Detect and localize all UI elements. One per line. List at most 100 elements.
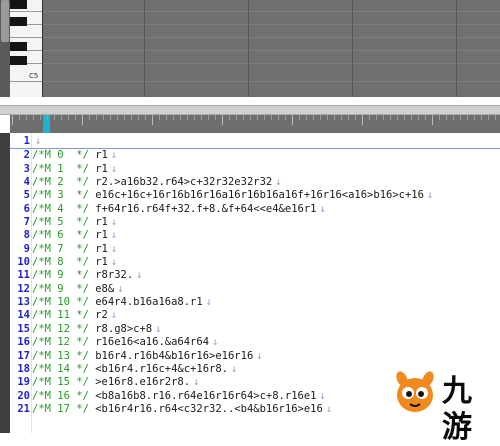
editor-line[interactable]: 5/*M 3 */ e16c+16c+16r16b16r16a16r16b16a… [10,189,500,202]
editor-line[interactable]: 4/*M 2 */ r2.>a16b32.r64>c+32r32e32r32 ↓ [10,176,500,189]
editor-line[interactable]: 2/*M 0 */ r1 ↓ [10,149,500,162]
line-content[interactable]: /*M 1 */ r1 ↓ [32,163,117,176]
line-content[interactable]: /*M 7 */ r1 ↓ [32,243,117,256]
ruler-tick [152,115,153,125]
piano-roll[interactable]: C5 [0,0,500,97]
line-content[interactable]: /*M 9 */ e8& ↓ [32,283,124,296]
line-content[interactable]: /*M 14 */ <b16r4.r16c+4&c+16r8. ↓ [32,363,237,376]
line-content[interactable]: /*M 0 */ r1 ↓ [32,149,117,162]
mml-code: r2 [95,309,108,322]
grid-measure-line [456,0,457,97]
line-number: 10 [17,256,30,269]
ruler-tick [488,115,489,120]
ruler-tick [40,115,41,120]
ruler-tick [159,115,160,120]
line-break-marker: ↓ [275,176,282,189]
editor-line[interactable]: 3/*M 1 */ r1 ↓ [10,163,500,176]
mml-code: e16c+16c+16r16b16r16a16r16b16a16f+16r16<… [95,189,424,202]
ruler-tick [376,115,377,120]
editor-line[interactable]: 14/*M 11 */ r2 ↓ [10,309,500,322]
grid-row-line [43,37,500,38]
ruler-tick [222,115,223,125]
measure-comment: /*M 12 */ [32,336,89,349]
black-key[interactable] [10,17,27,26]
line-break-marker: ↓ [205,296,213,309]
black-key[interactable] [10,56,27,65]
editor-line[interactable]: 12/*M 9 */ e8& ↓ [10,283,500,296]
scrollbar-thumb[interactable] [1,0,9,42]
piano-roll-vertical-scrollbar[interactable] [0,0,10,97]
ruler-tick [229,115,230,120]
grid-measure-line [352,0,353,97]
ruler-tick [446,115,447,120]
line-break-marker: ↓ [110,149,118,162]
line-content[interactable]: /*M 12 */ r8.g8>c+8 ↓ [32,323,161,336]
line-number: 4 [23,176,30,189]
editor-line[interactable]: 7/*M 5 */ r1 ↓ [10,216,500,229]
piano-keyboard[interactable]: C5 [10,0,43,97]
editor-line[interactable]: 9/*M 7 */ r1 ↓ [10,243,500,256]
ruler-tick [418,115,419,120]
ruler-tick [201,115,202,120]
measure-comment: /*M 2 */ [32,176,89,189]
mml-code: r1 [95,216,108,229]
line-content[interactable]: /*M 15 */ >e16r8.e16r2r8. ↓ [32,376,199,389]
measure-comment: /*M 4 */ [32,202,89,215]
line-content[interactable]: /*M 10 */ e64r4.b16a16a8.r1 ↓ [32,296,212,309]
editor-line[interactable]: 10/*M 8 */ r1 ↓ [10,256,500,269]
measure-comment: /*M 9 */ [32,269,89,282]
grid-row-line [43,11,500,12]
pane-splitter[interactable] [0,105,500,115]
line-content[interactable]: /*M 6 */ r1 ↓ [32,229,117,242]
ruler-tick [327,115,328,120]
watermark: 九游 [386,364,500,445]
editor-line[interactable]: 6/*M 4 */ f+64r16.r64f+32.f+8.&f+64<<e4&… [10,203,500,216]
grid-row-line [43,81,500,82]
editor-line[interactable]: 16/*M 12 */ r16e16<a16.&a64r64 ↓ [10,336,500,349]
line-number: 15 [17,322,30,335]
black-key[interactable] [10,0,27,9]
measure-comment: /*M 11 */ [32,309,89,322]
line-content[interactable]: /*M 8 */ r1 ↓ [32,256,117,269]
line-number: 5 [23,189,30,202]
measure-comment: /*M 1 */ [32,162,89,175]
note-grid[interactable] [43,0,500,97]
line-content[interactable]: /*M 16 */ <b8a16b8.r16.r64e16r16r64>c+8.… [32,390,326,403]
editor-left-gutter [0,133,10,433]
editor-line[interactable]: 8/*M 6 */ r1 ↓ [10,229,500,242]
editor-line[interactable]: 11/*M 9 */ r8r32. ↓ [10,269,500,282]
ruler-tick [166,115,167,120]
ruler-tick [271,115,272,120]
line-break-marker: ↓ [325,402,333,415]
line-content[interactable]: /*M 5 */ r1 ↓ [32,216,117,229]
line-content[interactable]: /*M 13 */ b16r4.r16b4&b16r16>e16r16 ↓ [32,350,263,363]
line-number: 9 [23,242,30,255]
editor-line[interactable]: 13/*M 10 */ e64r4.b16a16a8.r1 ↓ [10,296,500,309]
white-key-divider [10,11,42,12]
ruler-tick [12,115,13,125]
editor-line[interactable]: 1 ↓ [10,135,500,150]
editor-line[interactable]: 15/*M 12 */ r8.g8>c+8 ↓ [10,323,500,336]
line-content[interactable]: /*M 17 */ <b16r4r16.r64<c32r32..<b4&b16r… [32,403,332,416]
ruler-tick [194,115,195,120]
measure-comment: /*M 7 */ [32,242,89,255]
editor-line[interactable]: 17/*M 13 */ b16r4.r16b4&b16r16>e16r16 ↓ [10,350,500,363]
line-break-marker: ↓ [256,349,263,362]
ruler-tick [124,115,125,120]
ruler-tick [432,115,433,125]
line-content[interactable]: /*M 4 */ f+64r16.r64f+32.f+8.&f+64<<e4&e… [32,203,326,216]
ruler-tick [61,115,62,120]
line-content[interactable]: /*M 12 */ r16e16<a16.&a64r64 ↓ [32,336,218,349]
ruler-tick [110,115,111,120]
ruler-tick [320,115,321,120]
line-content[interactable]: /*M 11 */ r2 ↓ [32,309,117,322]
black-key[interactable] [10,42,27,51]
ruler-tick [82,115,83,125]
ruler-tick [397,115,398,120]
line-content[interactable]: /*M 3 */ e16c+16c+16r16b16r16a16r16b16a1… [32,189,433,202]
line-content[interactable]: ↓ [32,135,41,148]
line-content[interactable]: /*M 9 */ r8r32. ↓ [32,269,143,282]
line-content[interactable]: /*M 2 */ r2.>a16b32.r64>c+32r32e32r32 ↓ [32,176,282,189]
mml-code: <b16r4r16.r64<c32r32..<b4&b16r16>e16 [95,402,323,415]
ruler-tick [54,115,55,120]
